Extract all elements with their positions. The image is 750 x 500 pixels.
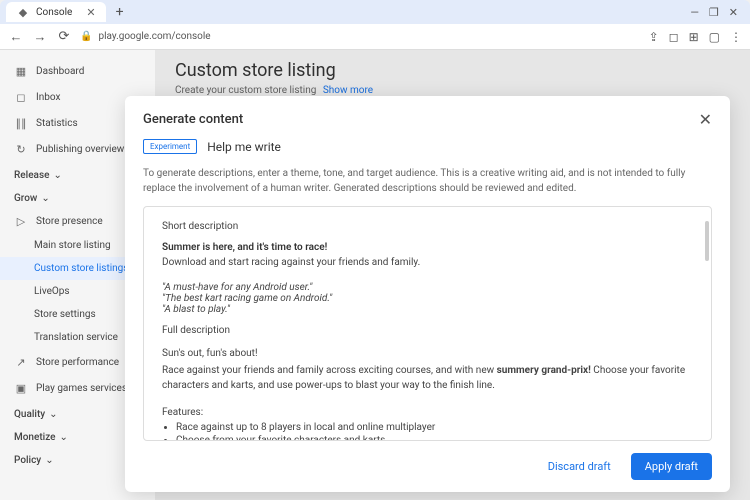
- bookmark-icon[interactable]: ◻: [669, 30, 679, 44]
- feature-item: Race against up to 8 players in local an…: [176, 422, 693, 433]
- chart-icon: ↗: [14, 355, 28, 369]
- full-desc-line1: Sun's out, fun's about!: [162, 346, 693, 361]
- minimize-icon[interactable]: —: [690, 6, 699, 19]
- close-window-icon[interactable]: ✕: [729, 6, 738, 19]
- dashboard-icon: ▦: [14, 64, 28, 78]
- main-content: Custom store listing Create your custom …: [155, 50, 750, 500]
- modal-body: Short description Summer is here, and it…: [143, 206, 712, 441]
- menu-icon[interactable]: ⋮: [730, 30, 742, 44]
- chevron-down-icon: ⌄: [53, 170, 61, 181]
- extension-icon[interactable]: ⊞: [689, 30, 699, 44]
- full-desc-label: Full description: [162, 325, 693, 336]
- play-icon: ▷: [14, 214, 28, 228]
- games-icon: ▣: [14, 381, 28, 395]
- share-icon[interactable]: ⇪: [649, 30, 659, 44]
- back-icon[interactable]: ←: [8, 29, 24, 45]
- chevron-down-icon: ⌄: [60, 432, 68, 443]
- url-text: play.google.com/console: [98, 31, 210, 42]
- short-desc-text: Download and start racing against your f…: [162, 255, 693, 270]
- lock-icon: 🔒: [80, 31, 92, 42]
- features-label: Features:: [162, 405, 693, 420]
- url-bar: ← → ⟳ 🔒 play.google.com/console ⇪ ◻ ⊞ ▢ …: [0, 24, 750, 50]
- quote-2: "The best kart racing game on Android.": [162, 293, 693, 304]
- stats-icon: ∥∥: [14, 116, 28, 130]
- new-tab-button[interactable]: +: [110, 4, 130, 20]
- publish-icon: ↻: [14, 142, 28, 156]
- scrollbar[interactable]: [705, 221, 709, 261]
- sidebar-item-dashboard[interactable]: ▦Dashboard: [0, 58, 155, 84]
- generate-content-modal: Generate content ✕ Experiment Help me wr…: [125, 96, 730, 492]
- chevron-down-icon: ⌄: [45, 455, 53, 466]
- apply-button[interactable]: Apply draft: [631, 453, 712, 480]
- reload-icon[interactable]: ⟳: [56, 29, 72, 44]
- short-desc-headline: Summer is here, and it's time to race!: [162, 242, 693, 253]
- modal-subtitle: Help me write: [207, 140, 281, 154]
- close-tab-icon[interactable]: ✕: [86, 6, 95, 19]
- inbox-icon: ◻: [14, 90, 28, 104]
- chevron-down-icon: ⌄: [49, 409, 57, 420]
- quote-3: "A blast to play.": [162, 304, 693, 315]
- chevron-down-icon: ⌄: [41, 193, 49, 204]
- full-desc-line2: Race against your friends and family acr…: [162, 363, 693, 393]
- tab-favicon: ◆: [16, 5, 30, 19]
- experiment-badge: Experiment: [143, 139, 197, 154]
- short-desc-label: Short description: [162, 221, 693, 232]
- maximize-icon[interactable]: ❐: [709, 6, 719, 19]
- quote-1: "A must-have for any Android user.": [162, 282, 693, 293]
- features-list: Race against up to 8 players in local an…: [162, 422, 693, 441]
- forward-icon[interactable]: →: [32, 29, 48, 45]
- browser-tab[interactable]: ◆ Console ✕: [6, 2, 106, 22]
- modal-title: Generate content: [143, 112, 243, 127]
- close-icon[interactable]: ✕: [699, 110, 712, 129]
- url-field[interactable]: 🔒 play.google.com/console: [80, 31, 641, 42]
- tab-title: Console: [36, 7, 72, 18]
- modal-description: To generate descriptions, enter a theme,…: [125, 162, 730, 206]
- feature-item: Choose from your favorite characters and…: [176, 435, 693, 441]
- browser-tabbar: ◆ Console ✕ + — ❐ ✕: [0, 0, 750, 24]
- cast-icon[interactable]: ▢: [709, 30, 720, 44]
- discard-button[interactable]: Discard draft: [538, 453, 621, 480]
